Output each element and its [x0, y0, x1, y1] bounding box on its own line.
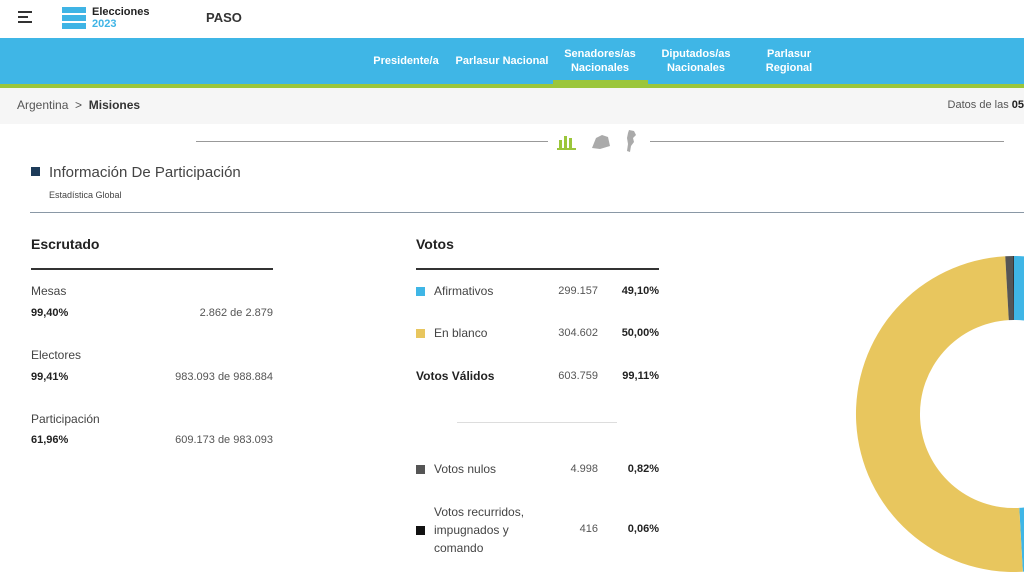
tab-label: Parlasur Nacional — [455, 55, 549, 67]
afirmativos-pct: 49,10% — [621, 285, 659, 297]
election-type: PASO — [206, 10, 242, 25]
participacion-label: Participación — [31, 412, 100, 426]
tab-label: Parlasur Regional — [765, 48, 813, 74]
votos-title: Votos — [416, 236, 454, 252]
tab-senadores[interactable]: Senadores/as Nacionales — [558, 38, 642, 84]
votos-nulos-swatch — [416, 465, 425, 474]
breadcrumb-root[interactable]: Argentina — [17, 98, 68, 112]
section-subtitle: Estadística Global — [49, 190, 122, 200]
active-tab-indicator — [553, 80, 648, 84]
votos-nulos-pct: 0,82% — [627, 463, 659, 475]
en-blanco-swatch — [416, 329, 425, 338]
votos-recurridos-value: 416 — [579, 523, 598, 535]
votos-recurridos-pct: 0,06% — [627, 523, 659, 535]
votos-validos-pct: 99,11% — [622, 370, 659, 382]
participacion-pct: 61,96% — [31, 434, 69, 446]
donut-slice-en-blanco[interactable] — [855, 256, 1023, 573]
mesas-label: Mesas — [31, 284, 67, 298]
breadcrumb: Argentina > Misiones — [17, 98, 140, 112]
afirmativos-swatch — [416, 287, 425, 296]
category-nav: Presidente/a Parlasur Nacional Senadores… — [0, 38, 1024, 84]
elecciones-logo[interactable]: Elecciones 2023 — [62, 5, 152, 33]
tab-label: Senadores/as Nacionales — [564, 48, 636, 74]
electores-label: Electores — [31, 348, 82, 362]
map-region-icon[interactable] — [590, 132, 612, 150]
en-blanco-label: En blanco — [434, 326, 488, 340]
map-country-icon[interactable] — [624, 129, 638, 153]
votos-recurridos-swatch — [416, 526, 425, 535]
votos-validos-value: 603.759 — [558, 370, 598, 382]
section-rule — [30, 212, 1024, 213]
afirmativos-label: Afirmativos — [434, 284, 494, 298]
votos-validos-label: Votos Válidos — [416, 369, 495, 383]
votos-nulos-value: 4.998 — [570, 463, 598, 475]
timestamp-prefix: Datos de las — [947, 99, 1012, 111]
logo-title: Elecciones — [92, 6, 150, 18]
votos-recurridos-label: Votos recurridos, impugnados y comando — [434, 505, 525, 555]
timestamp-time: 05 — [1011, 99, 1024, 111]
view-divider-left — [196, 141, 548, 142]
en-blanco-value: 304.602 — [558, 327, 598, 339]
breadcrumb-bar — [0, 88, 1024, 124]
section-marker — [31, 167, 40, 176]
electores-value: 983.093 de 988.884 — [175, 371, 273, 383]
participacion-value: 609.173 de 983.093 — [175, 434, 273, 446]
tab-label: Presidente/a — [373, 55, 439, 67]
tab-presidente[interactable]: Presidente/a — [368, 38, 444, 84]
section-title: Información De Participación — [49, 164, 241, 181]
tab-parlasur-nacional[interactable]: Parlasur Nacional — [452, 38, 552, 84]
mesas-pct: 99,40% — [31, 307, 69, 319]
breadcrumb-separator: > — [75, 98, 83, 112]
breadcrumb-current: Misiones — [88, 98, 141, 112]
votes-donut-chart — [855, 256, 1024, 573]
tab-diputados[interactable]: Diputados/as Nacionales — [652, 38, 740, 84]
tab-label: Diputados/as Nacionales — [661, 48, 731, 74]
votos-nulos-label: Votos nulos — [434, 462, 497, 476]
afirmativos-value: 299.157 — [558, 285, 598, 297]
en-blanco-pct: 50,00% — [621, 327, 659, 339]
mesas-value: 2.862 de 2.879 — [199, 307, 273, 319]
menu-icon[interactable] — [18, 11, 32, 23]
view-divider-right — [650, 141, 1004, 142]
votos-divider — [457, 422, 617, 423]
electores-pct: 99,41% — [31, 371, 69, 383]
escrutado-rule — [31, 268, 273, 270]
data-timestamp: Datos de las 05 — [948, 99, 1024, 111]
bar-chart-icon[interactable] — [557, 132, 577, 150]
votos-rule — [416, 268, 659, 270]
tab-parlasur-regional[interactable]: Parlasur Regional — [752, 38, 826, 84]
logo-year: 2023 — [92, 18, 117, 30]
escrutado-title: Escrutado — [31, 236, 100, 252]
top-header: Elecciones 2023 PASO — [0, 0, 1024, 38]
flag-icon — [62, 7, 86, 29]
